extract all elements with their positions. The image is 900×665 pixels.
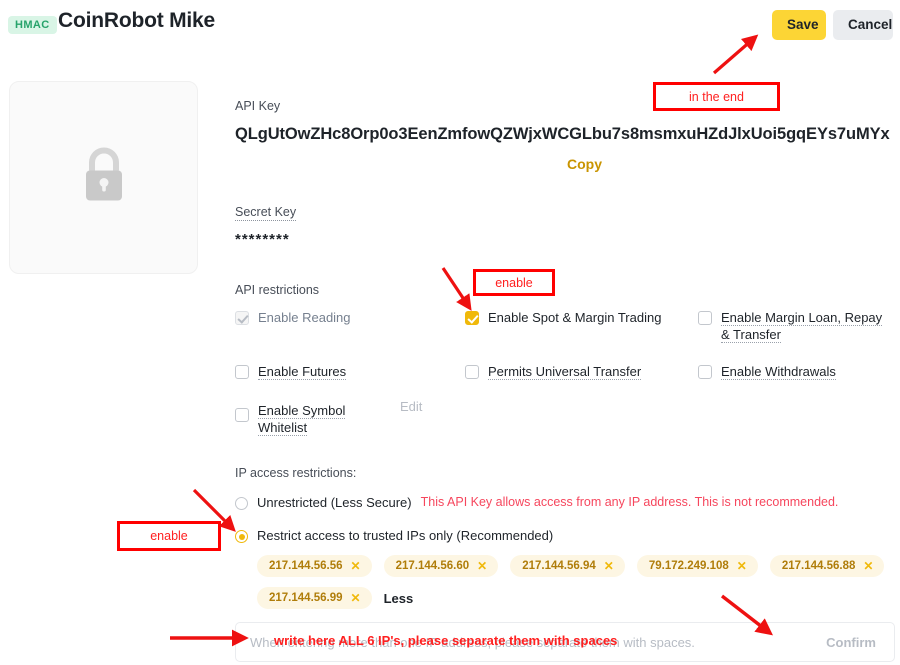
ip-tag: 79.172.249.108 ✕	[636, 555, 758, 577]
remove-ip-icon[interactable]: ✕	[604, 559, 614, 573]
lock-icon	[78, 144, 130, 211]
annotation-arrow-to-save	[712, 34, 759, 75]
checkbox-enable-futures[interactable]: Enable Futures	[235, 363, 347, 380]
radio-label: Restrict access to trusted IPs only (Rec…	[257, 528, 554, 543]
ip-tag: 217.144.56.60 ✕	[383, 555, 499, 577]
ip-tag-label: 79.172.249.108	[648, 560, 729, 572]
ip-tag-list: 217.144.56.56 ✕ 217.144.56.60 ✕ 217.144.56.9…	[257, 555, 897, 609]
toggle-less-ips-link[interactable]: Less	[384, 591, 414, 606]
checkbox-label: Enable Reading	[258, 310, 351, 325]
confirm-ip-button[interactable]: Confirm	[826, 635, 894, 650]
hmac-badge: HMAC	[8, 16, 57, 34]
radio-restrict-trusted-ips[interactable]: Restrict access to trusted IPs only (Rec…	[235, 528, 553, 543]
checkbox-label: Enable Symbol Whitelist	[258, 403, 346, 436]
checkbox-box[interactable]	[235, 408, 249, 422]
api-key-value: QLgUtOwZHc8Orp0o3EenZmfowQZWjxWCGLbu7s8m…	[235, 125, 890, 143]
checkbox-box[interactable]	[465, 365, 479, 379]
radio-label: Unrestricted (Less Secure)	[257, 495, 412, 510]
annotation-arrow-to-spot-checkbox	[441, 267, 472, 311]
remove-ip-icon[interactable]: ✕	[351, 591, 361, 605]
checkbox-enable-reading[interactable]: Enable Reading	[235, 309, 465, 326]
checkbox-enable-symbol-whitelist[interactable]: Enable Symbol Whitelist	[235, 402, 365, 436]
checkbox-label: Enable Margin Loan, Repay & Transfer	[721, 310, 883, 343]
checkbox-box[interactable]	[235, 365, 249, 379]
annotation-text: in the end	[689, 89, 744, 104]
remove-ip-icon[interactable]: ✕	[477, 559, 487, 573]
checkbox-box[interactable]	[698, 311, 712, 325]
page-title: CoinRobot Mike	[58, 9, 216, 32]
checkbox-label: Enable Futures	[258, 364, 347, 380]
annotation-box-enable-spot: enable	[473, 269, 555, 296]
remove-ip-icon[interactable]: ✕	[737, 559, 747, 573]
checkbox-box[interactable]	[235, 311, 249, 325]
unrestricted-warning: This API Key allows access from any IP a…	[420, 495, 839, 509]
remove-ip-icon[interactable]: ✕	[863, 559, 873, 573]
secret-key-value: ********	[235, 231, 290, 248]
checkbox-enable-withdrawals[interactable]: Enable Withdrawals	[698, 363, 836, 380]
ip-tag: 217.144.56.56 ✕	[257, 555, 372, 577]
ip-restrictions-title: IP access restrictions:	[235, 466, 357, 480]
checkbox-enable-spot-margin-trading[interactable]: Enable Spot & Margin Trading	[465, 309, 695, 326]
cancel-button[interactable]: Cancel	[833, 10, 893, 40]
ip-tag-label: 217.144.56.88	[781, 560, 856, 572]
checkbox-box[interactable]	[698, 365, 712, 379]
api-restrictions-title: API restrictions	[235, 283, 320, 297]
ip-tag-label: 217.144.56.60	[395, 560, 470, 572]
ip-tag: 217.144.56.88 ✕	[769, 555, 885, 577]
checkbox-label: Enable Spot & Margin Trading	[488, 310, 662, 325]
api-key-block: QLgUtOwZHc8Orp0o3EenZmfowQZWjxWCGLbu7s8m…	[235, 122, 890, 147]
secret-key-label: Secret Key	[235, 205, 297, 221]
annotation-arrow-to-ip-radio	[192, 488, 236, 532]
checkbox-label: Enable Withdrawals	[721, 364, 836, 380]
ip-tag-label: 217.144.56.94	[522, 560, 596, 572]
annotation-box-in-the-end: in the end	[653, 82, 780, 111]
copy-api-key-button[interactable]: Copy	[567, 156, 602, 172]
qr-code-placeholder	[9, 81, 198, 274]
remove-ip-icon[interactable]: ✕	[351, 559, 361, 573]
checkbox-label: Permits Universal Transfer	[488, 364, 642, 380]
edit-symbol-whitelist-button[interactable]: Edit	[400, 399, 422, 414]
ip-tag: 217.144.56.99 ✕	[257, 587, 372, 609]
annotation-text: enable	[150, 529, 188, 543]
ip-tag-label: 217.144.56.99	[269, 592, 343, 604]
checkbox-permits-universal-transfer[interactable]: Permits Universal Transfer	[465, 363, 642, 380]
ip-tag: 217.144.56.94 ✕	[510, 555, 625, 577]
api-key-label: API Key	[235, 99, 281, 113]
checkbox-enable-margin-loan-repay-transfer[interactable]: Enable Margin Loan, Repay & Transfer	[698, 309, 898, 343]
radio-unrestricted[interactable]: Unrestricted (Less Secure) This API Key …	[235, 495, 838, 510]
annotation-text: enable	[495, 275, 533, 290]
annotation-arrow-to-ip-input	[170, 629, 249, 647]
annotation-arrow-to-confirm	[720, 594, 773, 636]
api-key-settings-page: HMAC CoinRobot Mike Save Cancel API Key …	[0, 0, 900, 665]
ip-tag-label: 217.144.56.56	[269, 560, 343, 572]
annotation-text-write-here: write here ALL 6 IP's, please separate t…	[274, 633, 618, 648]
